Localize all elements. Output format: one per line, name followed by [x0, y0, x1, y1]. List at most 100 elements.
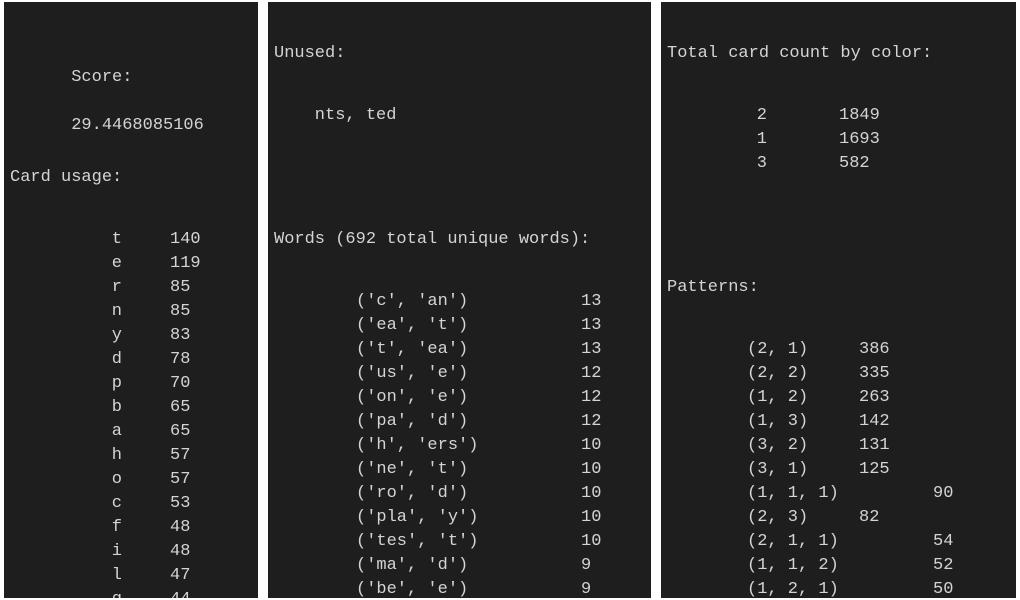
card-usage-row: f48 — [10, 516, 252, 540]
pattern-row: (1, 2)263 — [667, 386, 1010, 410]
word-count: 12 — [581, 410, 601, 434]
word-count: 10 — [581, 530, 601, 554]
card-usage-row: y83 — [10, 324, 252, 348]
card-usage-key: l — [10, 564, 170, 588]
pattern-key: (2, 3) — [667, 506, 843, 530]
color-count-row: 21849 — [667, 104, 1010, 128]
pattern-count: 386 — [843, 338, 890, 362]
pattern-row: (3, 1)125 — [667, 458, 1010, 482]
pattern-key: (3, 2) — [667, 434, 843, 458]
pattern-row: (2, 1, 1)54 — [667, 530, 1010, 554]
color-key: 1 — [667, 128, 767, 152]
word-pair: ('ne', 't') — [274, 458, 581, 482]
card-usage-row: b65 — [10, 396, 252, 420]
card-usage-count: 70 — [170, 372, 190, 396]
card-usage-key: p — [10, 372, 170, 396]
pattern-row: (2, 3)82 — [667, 506, 1010, 530]
card-usage-count: 140 — [170, 228, 201, 252]
card-usage-row: t140 — [10, 228, 252, 252]
blank — [667, 214, 1010, 238]
word-row: ('ea', 't')13 — [274, 314, 645, 338]
unused-list: nts, ted — [274, 104, 645, 128]
pattern-count: 52 — [843, 554, 953, 578]
color-count: 1849 — [767, 104, 880, 128]
word-count: 9 — [581, 554, 591, 578]
word-pair: ('ma', 'd') — [274, 554, 581, 578]
pattern-key: (2, 1) — [667, 338, 843, 362]
card-usage-row: r85 — [10, 276, 252, 300]
patterns-list: (2, 1)386(2, 2)335(1, 2)263(1, 3)142(3, … — [667, 338, 1010, 598]
card-usage-count: 65 — [170, 420, 190, 444]
pattern-count: 131 — [843, 434, 890, 458]
card-usage-row: o57 — [10, 468, 252, 492]
pattern-count: 50 — [843, 578, 953, 598]
word-count: 10 — [581, 506, 601, 530]
word-row: ('ne', 't')10 — [274, 458, 645, 482]
pattern-count: 142 — [843, 410, 890, 434]
pattern-row: (1, 2, 1)50 — [667, 578, 1010, 598]
word-row: ('c', 'an')13 — [274, 290, 645, 314]
card-usage-count: 57 — [170, 468, 190, 492]
word-row: ('pla', 'y')10 — [274, 506, 645, 530]
card-usage-count: 78 — [170, 348, 190, 372]
pattern-key: (1, 1, 1) — [667, 482, 843, 506]
card-usage-key: i — [10, 540, 170, 564]
words-title: Words (692 total unique words): — [274, 228, 645, 252]
card-usage-row: p70 — [10, 372, 252, 396]
pattern-row: (1, 3)142 — [667, 410, 1010, 434]
word-pair: ('c', 'an') — [274, 290, 581, 314]
pattern-count: 82 — [843, 506, 879, 530]
pattern-count: 335 — [843, 362, 890, 386]
card-usage-count: 85 — [170, 276, 190, 300]
color-count: 1693 — [767, 128, 880, 152]
word-pair: ('pla', 'y') — [274, 506, 581, 530]
card-usage-key: c — [10, 492, 170, 516]
pattern-row: (1, 1, 1)90 — [667, 482, 1010, 506]
color-key: 3 — [667, 152, 767, 176]
word-pair: ('pa', 'd') — [274, 410, 581, 434]
word-count: 10 — [581, 458, 601, 482]
word-pair: ('on', 'e') — [274, 386, 581, 410]
pattern-key: (1, 2) — [667, 386, 843, 410]
word-pair: ('be', 'e') — [274, 578, 581, 598]
word-row: ('ma', 'd')9 — [274, 554, 645, 578]
card-usage-count: 83 — [170, 324, 190, 348]
pattern-row: (1, 1, 2)52 — [667, 554, 1010, 578]
word-pair: ('t', 'ea') — [274, 338, 581, 362]
card-usage-count: 119 — [170, 252, 201, 276]
middle-panel: Unused: nts, ted Words (692 total unique… — [268, 2, 651, 598]
pattern-row: (2, 2)335 — [667, 362, 1010, 386]
word-row: ('on', 'e')12 — [274, 386, 645, 410]
word-row: ('t', 'ea')13 — [274, 338, 645, 362]
card-usage-count: 57 — [170, 444, 190, 468]
pattern-key: (3, 1) — [667, 458, 843, 482]
card-usage-list: t140e119r85n85y83d78p70b65a65h57o57c53f4… — [10, 228, 252, 598]
word-row: ('pa', 'd')12 — [274, 410, 645, 434]
word-pair: ('ro', 'd') — [274, 482, 581, 506]
card-usage-count: 65 — [170, 396, 190, 420]
word-count: 12 — [581, 362, 601, 386]
color-count-row: 3582 — [667, 152, 1010, 176]
word-count: 10 — [581, 482, 601, 506]
pattern-count: 54 — [843, 530, 953, 554]
card-usage-row: d78 — [10, 348, 252, 372]
color-count-title: Total card count by color: — [667, 42, 1010, 66]
card-usage-key: g — [10, 588, 170, 598]
card-usage-count: 47 — [170, 564, 190, 588]
word-count: 13 — [581, 314, 601, 338]
card-usage-key: b — [10, 396, 170, 420]
word-pair: ('us', 'e') — [274, 362, 581, 386]
card-usage-count: 85 — [170, 300, 190, 324]
pattern-key: (2, 1, 1) — [667, 530, 843, 554]
score-value: 29.4468085106 — [71, 116, 204, 135]
color-count-list: 21849116933582 — [667, 104, 1010, 176]
pattern-row: (3, 2)131 — [667, 434, 1010, 458]
card-usage-title: Card usage: — [10, 166, 252, 190]
card-usage-row: h57 — [10, 444, 252, 468]
card-usage-key: t — [10, 228, 170, 252]
pattern-row: (2, 1)386 — [667, 338, 1010, 362]
word-count: 12 — [581, 386, 601, 410]
card-usage-count: 48 — [170, 540, 190, 564]
card-usage-key: a — [10, 420, 170, 444]
left-panel: Score: 29.4468085106 Card usage: t140e11… — [4, 2, 258, 598]
